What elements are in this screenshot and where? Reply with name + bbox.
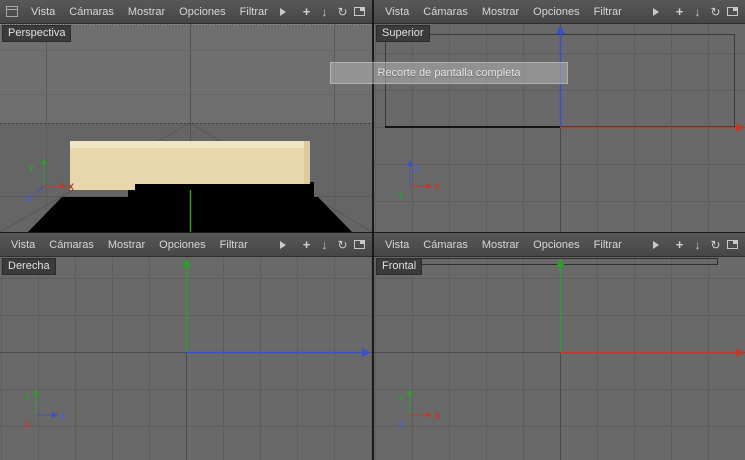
menu-mostrar[interactable]: Mostrar bbox=[475, 239, 526, 251]
object-outline-front[interactable] bbox=[409, 258, 718, 265]
zoom-icon[interactable]: ↓ bbox=[318, 5, 331, 19]
menubar-right: Vista Cámaras Mostrar Opciones Filtrar +… bbox=[0, 233, 372, 257]
menu-vista[interactable]: Vista bbox=[4, 239, 42, 251]
gizmo-z-label: Z bbox=[60, 411, 66, 421]
zoom-icon[interactable]: ↓ bbox=[691, 238, 704, 252]
menubar-tools: + ↓ ↻ bbox=[649, 4, 741, 19]
menu-camaras[interactable]: Cámaras bbox=[416, 6, 475, 18]
viewport-front: Vista Cámaras Mostrar Opciones Filtrar +… bbox=[374, 233, 745, 460]
viewport-label: Superior bbox=[376, 25, 430, 42]
menu-filtrar[interactable]: Filtrar bbox=[587, 6, 629, 18]
screen-capture-overlay: Recorte de pantalla completa bbox=[330, 62, 568, 84]
menu-camaras[interactable]: Cámaras bbox=[62, 6, 121, 18]
zoom-icon[interactable]: ↓ bbox=[691, 5, 704, 19]
menu-vista[interactable]: Vista bbox=[378, 6, 416, 18]
toggle-view-icon[interactable] bbox=[354, 240, 365, 249]
viewport-perspective: Vista Cámaras Mostrar Opciones Filtrar +… bbox=[0, 0, 372, 232]
rotate-icon[interactable]: ↻ bbox=[336, 5, 349, 19]
zoom-icon[interactable]: ↓ bbox=[318, 238, 331, 252]
axis-gizmo: Y X Z bbox=[398, 389, 440, 430]
axis-y-arrowhead bbox=[556, 258, 565, 267]
menubar-top: Vista Cámaras Mostrar Opciones Filtrar +… bbox=[374, 0, 745, 24]
gizmo-z-label: Z bbox=[26, 193, 32, 203]
axis-x-arrowhead bbox=[736, 123, 745, 132]
menu-overflow-icon[interactable] bbox=[280, 240, 286, 249]
gizmo-y-label: Y bbox=[398, 393, 404, 403]
viewport-window-icon[interactable] bbox=[6, 6, 18, 17]
menubar-front: Vista Cámaras Mostrar Opciones Filtrar +… bbox=[374, 233, 745, 257]
gizmo-y-label: Y bbox=[24, 393, 30, 403]
axis-gizmo: Y Z X bbox=[24, 389, 66, 430]
menu-vista[interactable]: Vista bbox=[24, 6, 62, 18]
menu-filtrar[interactable]: Filtrar bbox=[233, 6, 275, 18]
menu-overflow-icon[interactable] bbox=[280, 7, 286, 16]
object-box-side-shade bbox=[304, 141, 310, 184]
menu-overflow-icon[interactable] bbox=[653, 7, 659, 16]
menubar-tools: + ↓ ↻ bbox=[276, 237, 368, 252]
perspective-scene: Y X Z bbox=[0, 24, 372, 232]
gizmo-z-label: Z bbox=[398, 420, 404, 430]
menubar-tools: + ↓ ↻ bbox=[276, 4, 368, 19]
viewport-canvas-perspective[interactable]: Perspectiva Y X Z bbox=[0, 24, 372, 232]
rotate-icon[interactable]: ↻ bbox=[709, 238, 722, 252]
viewport-label: Perspectiva bbox=[2, 25, 72, 42]
pan-icon[interactable]: + bbox=[673, 4, 686, 19]
pan-icon[interactable]: + bbox=[673, 237, 686, 252]
toggle-view-icon[interactable] bbox=[727, 240, 738, 249]
pan-icon[interactable]: + bbox=[300, 4, 313, 19]
menu-overflow-icon[interactable] bbox=[653, 240, 659, 249]
axis-x-arrowhead bbox=[736, 348, 745, 357]
toggle-view-icon[interactable] bbox=[727, 7, 738, 16]
axis-gizmo: Z X Y bbox=[398, 160, 440, 201]
viewport-canvas-front[interactable]: Frontal Y X Z bbox=[374, 257, 745, 460]
axis-z-arrowhead bbox=[556, 25, 565, 34]
menu-camaras[interactable]: Cámaras bbox=[42, 239, 101, 251]
gizmo-x-label: X bbox=[434, 411, 440, 421]
gizmo-x-label: X bbox=[434, 182, 440, 192]
menu-filtrar[interactable]: Filtrar bbox=[587, 239, 629, 251]
viewport-label: Derecha bbox=[2, 258, 56, 275]
menu-mostrar[interactable]: Mostrar bbox=[121, 6, 172, 18]
menu-filtrar[interactable]: Filtrar bbox=[213, 239, 255, 251]
c4d-four-view-layout: Vista Cámaras Mostrar Opciones Filtrar +… bbox=[0, 0, 745, 460]
screen-capture-overlay-text: Recorte de pantalla completa bbox=[377, 67, 521, 79]
rotate-icon[interactable]: ↻ bbox=[336, 238, 349, 252]
viewport-canvas-top[interactable]: Superior Z X Y bbox=[374, 24, 745, 232]
object-box[interactable] bbox=[70, 141, 310, 190]
menu-opciones[interactable]: Opciones bbox=[526, 6, 586, 18]
viewport-canvas-right[interactable]: Derecha Y Z X bbox=[0, 257, 372, 460]
axis-y-arrowhead bbox=[182, 258, 191, 267]
gizmo-y-label: Y bbox=[28, 164, 34, 174]
menu-mostrar[interactable]: Mostrar bbox=[475, 6, 526, 18]
menubar-perspective: Vista Cámaras Mostrar Opciones Filtrar +… bbox=[0, 0, 372, 24]
viewport-top: Vista Cámaras Mostrar Opciones Filtrar +… bbox=[374, 0, 745, 232]
axis-z-arrowhead bbox=[362, 348, 371, 357]
object-box-top-face bbox=[70, 141, 310, 148]
floor-plane-near[interactable] bbox=[128, 182, 314, 198]
menu-camaras[interactable]: Cámaras bbox=[416, 239, 475, 251]
toggle-view-icon[interactable] bbox=[354, 7, 365, 16]
gizmo-x-label: X bbox=[24, 420, 30, 430]
pan-icon[interactable]: + bbox=[300, 237, 313, 252]
menu-opciones[interactable]: Opciones bbox=[172, 6, 232, 18]
menubar-tools: + ↓ ↻ bbox=[649, 237, 741, 252]
rotate-icon[interactable]: ↻ bbox=[709, 5, 722, 19]
viewport-label: Frontal bbox=[376, 258, 423, 275]
menu-opciones[interactable]: Opciones bbox=[526, 239, 586, 251]
gizmo-z-label: Z bbox=[414, 164, 420, 174]
gizmo-y-label: Y bbox=[398, 191, 404, 201]
menu-vista[interactable]: Vista bbox=[378, 239, 416, 251]
right-scene: Y Z X bbox=[0, 257, 372, 460]
menu-opciones[interactable]: Opciones bbox=[152, 239, 212, 251]
viewport-right: Vista Cámaras Mostrar Opciones Filtrar +… bbox=[0, 233, 372, 460]
gizmo-x-label: X bbox=[68, 182, 74, 192]
menu-mostrar[interactable]: Mostrar bbox=[101, 239, 152, 251]
front-scene: Y X Z bbox=[374, 257, 745, 460]
top-scene: Z X Y bbox=[385, 24, 745, 232]
